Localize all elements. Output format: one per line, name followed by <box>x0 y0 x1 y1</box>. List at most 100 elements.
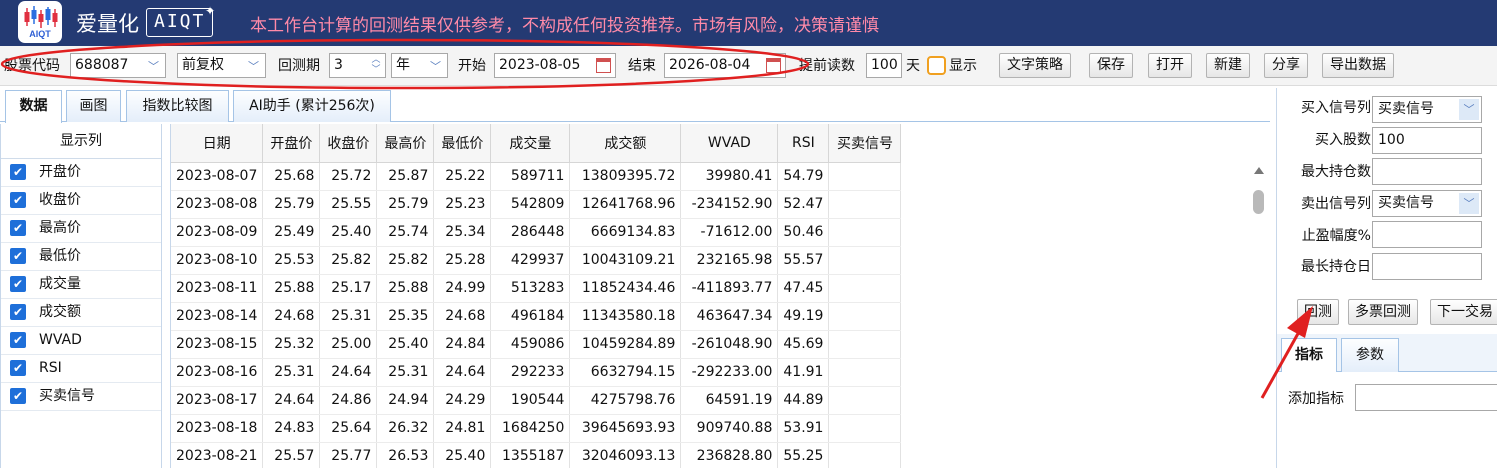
max-position-input[interactable] <box>1372 158 1482 185</box>
preread-input[interactable]: 100 <box>866 53 902 78</box>
tab-data[interactable]: 数据 <box>5 90 62 123</box>
show-checkbox[interactable] <box>927 56 946 75</box>
table-cell: 2023-08-14 <box>171 302 264 331</box>
checkbox-checked-icon[interactable]: ✔ <box>10 388 26 404</box>
column-toggle-item[interactable]: ✔ 开盘价 <box>1 159 161 187</box>
calendar-icon[interactable] <box>766 58 781 73</box>
column-header[interactable]: 日期 <box>171 124 264 163</box>
checkbox-checked-icon[interactable]: ✔ <box>10 164 26 180</box>
table-cell: 45.69 <box>777 330 830 359</box>
period-unit-select[interactable]: 年 ﹀ <box>391 53 448 78</box>
table-cell: 25.88 <box>376 274 435 303</box>
scroll-up-icon[interactable] <box>1254 167 1264 174</box>
column-toggle-item[interactable]: ✔ 成交额 <box>1 299 161 327</box>
table-row[interactable]: 2023-08-18 24.83 25.64 26.32 24.81 1684250 396… <box>171 414 902 443</box>
calendar-icon[interactable] <box>596 58 611 73</box>
column-toggle-item[interactable]: ✔ 成交量 <box>1 271 161 299</box>
column-toggle-item[interactable]: ✔ 最高价 <box>1 215 161 243</box>
new-button[interactable]: 新建 <box>1206 53 1250 78</box>
table-row[interactable]: 2023-08-11 25.88 25.17 25.88 24.99 513283 1185… <box>171 274 902 303</box>
export-data-button[interactable]: 导出数据 <box>1322 53 1394 78</box>
column-header[interactable]: 成交额 <box>569 124 682 163</box>
table-row[interactable]: 2023-08-10 25.53 25.82 25.82 25.28 429937 1004… <box>171 246 902 275</box>
column-header[interactable]: 买卖信号 <box>828 124 902 163</box>
table-row[interactable]: 2023-08-17 24.64 24.86 24.94 24.29 190544 4275… <box>171 386 902 415</box>
tab-indicators[interactable]: 指标 <box>1281 338 1337 372</box>
checkbox-checked-icon[interactable]: ✔ <box>10 220 26 236</box>
column-toggle-item[interactable]: ✔ 买卖信号 <box>1 383 161 411</box>
table-row[interactable]: 2023-08-14 24.68 25.31 25.35 24.68 496184 1134… <box>171 302 902 331</box>
scrollbar-thumb[interactable] <box>1253 190 1264 214</box>
table-row[interactable]: 2023-08-08 25.79 25.55 25.79 25.23 542809 1264… <box>171 190 902 219</box>
vertical-scrollbar[interactable] <box>1250 163 1266 468</box>
tab-ai-assistant[interactable]: AI助手 (累计256次) <box>233 90 391 122</box>
open-button[interactable]: 打开 <box>1148 53 1192 78</box>
table-row[interactable]: 2023-08-07 25.68 25.72 25.87 25.22 589711 1380… <box>171 162 902 191</box>
adjust-select[interactable]: 前复权 ﹀ <box>177 53 266 78</box>
backtest-button[interactable]: 回测 <box>1297 299 1339 325</box>
end-date-value: 2026-08-04 <box>669 57 751 73</box>
table-cell: 24.94 <box>376 386 435 415</box>
spinner-arrows-icon[interactable]: ︿ ﹀ <box>369 55 383 75</box>
brand-en-badge: AIQT <box>146 8 214 37</box>
table-row[interactable]: 2023-08-16 25.31 24.64 25.31 24.64 292233 6632… <box>171 358 902 387</box>
tab-draw[interactable]: 画图 <box>66 90 121 122</box>
column-header[interactable]: RSI <box>777 124 830 163</box>
table-row[interactable]: 2023-08-09 25.49 25.40 25.74 25.34 286448 6669… <box>171 218 902 247</box>
column-toggle-item[interactable]: ✔ 收盘价 <box>1 187 161 215</box>
checkbox-checked-icon[interactable]: ✔ <box>10 192 26 208</box>
table-cell <box>828 330 902 359</box>
table-cell: 25.55 <box>319 190 378 219</box>
save-button[interactable]: 保存 <box>1089 53 1133 78</box>
table-row[interactable]: 2023-08-21 25.57 25.77 26.53 25.40 1355187 320… <box>171 442 902 468</box>
add-indicator-input[interactable] <box>1355 384 1497 411</box>
checkbox-checked-icon[interactable]: ✔ <box>10 304 26 320</box>
column-header[interactable]: 成交量 <box>490 124 571 163</box>
column-toggle-item[interactable]: ✔ WVAD <box>1 327 161 355</box>
table-cell: 2023-08-16 <box>171 358 264 387</box>
table-cell: 25.40 <box>433 442 492 468</box>
multi-backtest-button[interactable]: 多票回测 <box>1348 299 1418 325</box>
table-cell: -234152.90 <box>680 190 779 219</box>
next-trade-button[interactable]: 下一交易 <box>1430 299 1497 325</box>
table-cell: 25.72 <box>319 162 378 191</box>
column-toggle-label: 收盘价 <box>39 192 81 208</box>
table-cell: 25.40 <box>319 218 378 247</box>
start-date-input[interactable]: 2023-08-05 <box>494 53 616 78</box>
text-strategy-button[interactable]: 文字策略 <box>999 53 1071 78</box>
column-header[interactable]: WVAD <box>680 124 779 163</box>
tab-params[interactable]: 参数 <box>1341 338 1399 372</box>
table-row[interactable]: 2023-08-15 25.32 25.00 25.40 24.84 459086 1045… <box>171 330 902 359</box>
share-button[interactable]: 分享 <box>1264 53 1308 78</box>
table-cell <box>828 442 902 468</box>
checkbox-checked-icon[interactable]: ✔ <box>10 360 26 376</box>
period-stepper[interactable]: 3 ︿ ﹀ <box>329 53 386 78</box>
table-cell: 44.89 <box>777 386 830 415</box>
table-cell: 286448 <box>490 218 571 247</box>
backtest-settings-panel: 买入信号列 买卖信号 ﹀ 买入股数 100 最大持仓数 卖出信号列 买卖信号 ﹀… <box>1276 88 1497 468</box>
column-header[interactable]: 最低价 <box>433 124 492 163</box>
column-toggle-item[interactable]: ✔ 最低价 <box>1 243 161 271</box>
table-cell: 32046093.13 <box>569 442 682 468</box>
column-header[interactable]: 收盘价 <box>319 124 378 163</box>
table-cell: 52.47 <box>777 190 830 219</box>
end-date-input[interactable]: 2026-08-04 <box>664 53 786 78</box>
buy-signal-select[interactable]: 买卖信号 ﹀ <box>1372 96 1482 123</box>
column-toggle-item[interactable]: ✔ RSI <box>1 355 161 383</box>
table-cell: 2023-08-21 <box>171 442 264 468</box>
column-header[interactable]: 最高价 <box>376 124 435 163</box>
column-header[interactable]: 开盘价 <box>262 124 321 163</box>
table-cell: 39980.41 <box>680 162 779 191</box>
buy-shares-input[interactable]: 100 <box>1372 127 1482 154</box>
checkbox-checked-icon[interactable]: ✔ <box>10 248 26 264</box>
max-hold-days-input[interactable] <box>1372 253 1482 280</box>
display-columns-panel: 显示列 ✔ 开盘价 ✔ 收盘价 ✔ 最高价 ✔ 最低价 ✔ 成交量 ✔ 成交额 ✔ WVAD ✔ RSI ✔ 买卖… <box>0 124 162 468</box>
table-cell: 25.32 <box>262 330 321 359</box>
buy-shares-label: 买入股数 <box>1315 132 1371 148</box>
sell-signal-select[interactable]: 买卖信号 ﹀ <box>1372 190 1482 217</box>
checkbox-checked-icon[interactable]: ✔ <box>10 276 26 292</box>
checkbox-checked-icon[interactable]: ✔ <box>10 332 26 348</box>
take-profit-input[interactable] <box>1372 221 1482 248</box>
stock-code-select[interactable]: 688087 ﹀ <box>70 53 166 78</box>
tab-index-compare[interactable]: 指数比较图 <box>126 90 229 122</box>
